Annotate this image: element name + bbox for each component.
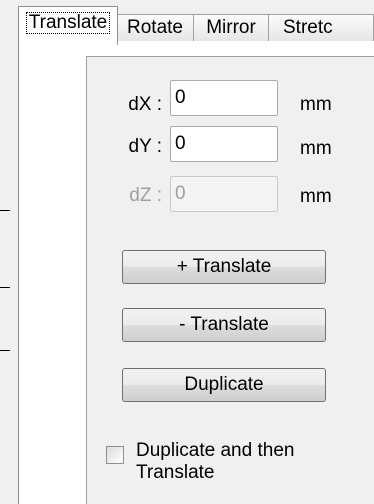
tab-mirror-label: Mirror [206, 17, 256, 38]
minus-translate-button[interactable]: - Translate [122, 308, 326, 342]
translate-panel: Translate Rotate Mirror Stretc dX : mm d… [0, 0, 374, 504]
tab-translate[interactable]: Translate [18, 6, 118, 45]
checkbox-label-line2: Translate [136, 462, 215, 483]
divider-line [0, 350, 10, 351]
checkbox-label-line1: Duplicate and then [136, 440, 295, 461]
tab-stretch[interactable]: Stretc [268, 14, 374, 41]
tab-translate-label: Translate [25, 12, 111, 34]
plus-translate-button[interactable]: + Translate [122, 250, 326, 284]
tab-rotate-label: Rotate [127, 17, 183, 38]
dz-label: dZ : [129, 185, 162, 206]
tab-mirror[interactable]: Mirror [193, 14, 269, 41]
dx-input[interactable] [170, 80, 278, 116]
duplicate-then-translate-label[interactable]: Duplicate and then Translate [136, 440, 356, 484]
tab-rotate[interactable]: Rotate [116, 14, 194, 41]
dx-label: dX : [128, 94, 162, 115]
duplicate-then-translate-checkbox[interactable] [106, 446, 124, 464]
dz-input [170, 176, 278, 212]
dy-input[interactable] [170, 126, 278, 162]
dy-unit: mm [300, 138, 332, 159]
divider-line [0, 210, 10, 211]
tab-stretch-label: Stretc [283, 17, 333, 38]
dz-unit: mm [300, 186, 332, 207]
divider-line [0, 287, 10, 288]
duplicate-button[interactable]: Duplicate [122, 368, 326, 402]
dy-label: dY : [128, 136, 162, 157]
dx-unit: mm [300, 94, 332, 115]
